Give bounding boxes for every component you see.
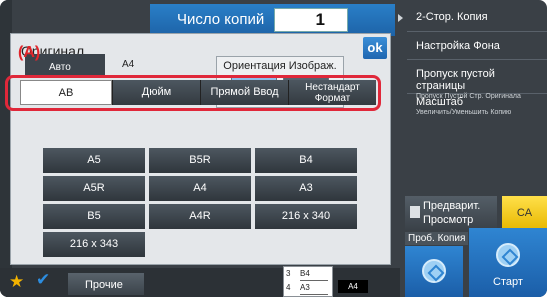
preview-label: Предварит. Просмотр xyxy=(423,200,481,226)
size-button[interactable]: B5R xyxy=(149,148,251,173)
paper-size-tabs: AB Дюйм Прямой Ввод Нестандарт Формат xyxy=(20,80,376,105)
duplex-copy-item[interactable]: 2-Стор. Копия xyxy=(407,4,547,32)
orientation-label: Ориентация Изображ. xyxy=(223,60,337,72)
start-icon xyxy=(496,243,520,267)
other-label: Прочие xyxy=(85,279,123,291)
preview-icon xyxy=(410,206,420,218)
zoom-sub: Увеличить/Уменьшить Копию xyxy=(416,109,512,116)
size-button[interactable]: A4R xyxy=(149,204,251,229)
copy-screen: Число копий 1 Оригинал ok Ориентация Изо… xyxy=(0,0,547,297)
size-button[interactable]: A4 xyxy=(149,176,251,201)
test-copy-label: Проб. Копия xyxy=(405,232,469,245)
callout-marker: (A) xyxy=(18,44,41,61)
auto-label: Авто xyxy=(49,62,71,73)
clear-all-button[interactable]: CA xyxy=(502,196,547,230)
zoom-item[interactable]: Масштаб Увеличить/Уменьшить Копию xyxy=(407,95,547,127)
background-adjust-label: Настройка Фона xyxy=(416,40,500,52)
size-button[interactable]: 216 x 343 xyxy=(43,232,145,257)
size-button[interactable]: A5R xyxy=(43,176,145,201)
tray-row: 3 B4 xyxy=(286,269,332,279)
other-button[interactable]: Прочие xyxy=(68,273,144,295)
start-button[interactable]: Старт xyxy=(469,228,547,297)
background-adjust-item[interactable]: Настройка Фона xyxy=(407,33,547,60)
test-copy-button[interactable] xyxy=(405,246,463,297)
tab-inch[interactable]: Дюйм xyxy=(112,80,200,105)
copies-label: Число копий xyxy=(177,11,265,28)
tab-direct-input[interactable]: Прямой Ввод xyxy=(200,80,288,105)
blank-page-skip-item[interactable]: Пропуск пустой страницы Пропуск Пустой С… xyxy=(407,62,547,100)
size-button[interactable]: A5 xyxy=(43,148,145,173)
copies-input[interactable]: 1 xyxy=(274,8,348,32)
size-button[interactable]: 216 x 340 xyxy=(255,204,357,229)
star-icon[interactable]: ★ xyxy=(9,272,24,292)
preview-button[interactable]: Предварит. Просмотр xyxy=(405,196,497,230)
tray-number: 3 xyxy=(286,269,291,278)
duplex-copy-label: 2-Стор. Копия xyxy=(416,11,488,23)
size-button[interactable]: B5 xyxy=(43,204,145,229)
tray-level-line xyxy=(300,280,328,281)
tray-size: A3 xyxy=(300,283,310,292)
ok-button[interactable]: ok xyxy=(363,37,387,59)
paper-tray-status: 3 B4 4 A3 xyxy=(283,266,333,297)
check-icon[interactable]: ✔ xyxy=(36,270,50,290)
copies-bar: Число копий 1 xyxy=(150,4,395,36)
test-copy-icon xyxy=(422,259,446,283)
tab-ab[interactable]: AB xyxy=(20,80,112,105)
tray-size: B4 xyxy=(300,269,310,278)
tray-row: 4 A3 xyxy=(286,283,332,293)
auto-size-value: A4 xyxy=(122,59,135,70)
tray-level-line xyxy=(300,294,328,295)
panel-arrow-icon xyxy=(398,14,403,22)
zoom-label: Масштаб xyxy=(416,96,464,108)
size-button[interactable]: B4 xyxy=(255,148,357,173)
size-button[interactable]: A3 xyxy=(255,176,357,201)
start-label: Старт xyxy=(493,276,523,288)
blank-page-skip-label: Пропуск пустой страницы xyxy=(416,68,495,92)
tray-number: 4 xyxy=(286,283,291,292)
paper-size-chip: A4 xyxy=(338,280,368,293)
tab-custom-size[interactable]: Нестандарт Формат xyxy=(288,80,376,105)
